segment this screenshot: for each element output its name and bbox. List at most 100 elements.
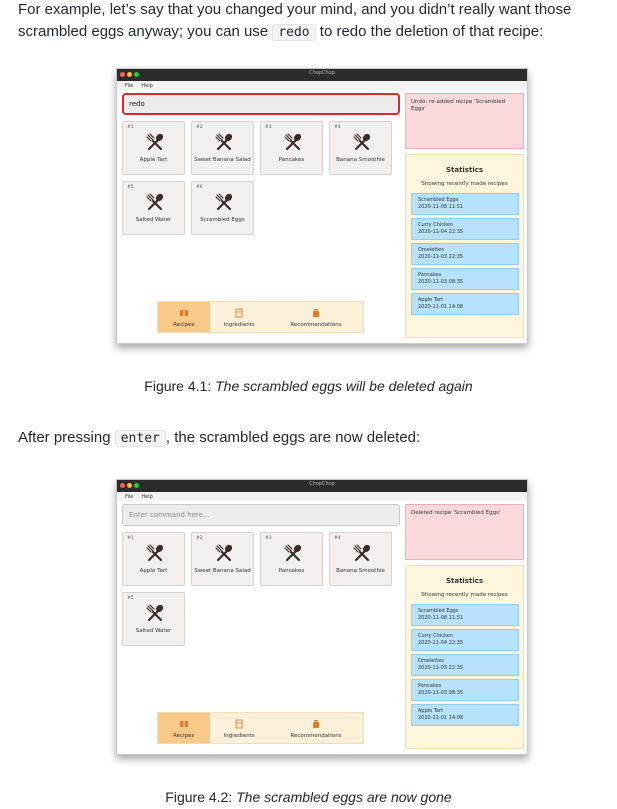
recent-recipe-name: Apple Tart [418, 708, 444, 714]
recent-recipe-time: 2020-11-01 14:08 [418, 304, 464, 310]
recent-recipe-time: 2020-11-03 08:35 [418, 690, 464, 696]
fork-spoon-icon [352, 132, 372, 152]
statistics-subtitle: Showing recently made recipes [421, 181, 508, 187]
title-bar: ChopChop [117, 480, 527, 492]
intro-paragraph: For example, let’s say that you changed … [18, 0, 571, 43]
recent-recipe-name: Curry Chicken [418, 222, 453, 228]
recipe-index: #3 [265, 125, 272, 130]
window-title: ChopChop [309, 70, 335, 76]
recipe-index: #2 [196, 536, 203, 541]
menu-help[interactable]: Help [141, 83, 152, 89]
fork-spoon-icon [145, 603, 165, 623]
menu-help[interactable]: Help [141, 494, 152, 500]
recent-recipe-entry: Omelettes 2020-11-03 22:35 [411, 654, 519, 676]
recipe-name: Pancakes [278, 157, 305, 163]
response-box: Undo: re-added recipe 'Scrambled Eggs' [405, 93, 524, 149]
recipe-name: Apple Tart [139, 568, 168, 574]
redo-code: redo [272, 24, 316, 41]
fork-spoon-icon [352, 543, 372, 563]
para2-post: , the scrambled eggs are now deleted: [165, 429, 421, 446]
recipe-index: #1 [127, 125, 134, 130]
recent-recipe-name: Omelettes [418, 658, 444, 664]
recipe-name: Banana Smoothie [336, 157, 385, 163]
enter-code: enter [114, 430, 166, 447]
recipe-name: Scrambled Eggs [200, 217, 245, 223]
fork-spoon-icon [145, 192, 165, 212]
menu-file[interactable]: File [125, 83, 133, 89]
after-enter-paragraph: After pressing enter, the scrambled eggs… [18, 428, 420, 449]
tab-bar: Recipes Ingredients Recommendations [157, 301, 364, 333]
tab-label: Ingredients [223, 322, 255, 328]
fork-spoon-icon [214, 543, 234, 563]
recent-recipe-time: 2020-11-03 08:35 [418, 279, 464, 285]
recent-recipe-time: 2020-11-01 14:08 [418, 715, 464, 721]
tab-ingredients[interactable]: Ingredients [210, 713, 269, 743]
menu-bar: File Help [117, 81, 527, 90]
fork-spoon-icon [283, 543, 303, 563]
fork-spoon-icon [145, 543, 165, 563]
recent-recipe-name: Apple Tart [418, 297, 444, 303]
recipe-name: Sweet Banana Salad [194, 157, 251, 163]
recent-recipe-entry: Pancakes 2020-11-03 08:35 [411, 679, 519, 701]
tab-recipes[interactable]: Recipes [158, 713, 210, 743]
recipe-index: #4 [334, 536, 341, 541]
tab-recommendations[interactable]: Recommendations [269, 302, 363, 332]
intro-line-1: For example, let’s say that you changed … [18, 1, 572, 18]
recipe-card[interactable]: #1 Apple Tart [122, 532, 185, 586]
recipe-name: Salted Water [135, 217, 172, 223]
recipe-card[interactable]: #2 Sweet Banana Salad [191, 532, 254, 586]
recipe-index: #2 [196, 125, 203, 130]
recipe-card[interactable]: #5 Salted Water [122, 592, 185, 646]
fork-spoon-icon [214, 132, 234, 152]
statistics-subtitle: Showing recently made recipes [421, 592, 508, 598]
tab-recipes[interactable]: Recipes [158, 302, 210, 332]
recent-recipe-name: Pancakes [418, 683, 442, 689]
recent-recipe-time: 2020-11-03 22:35 [418, 665, 464, 671]
recent-recipe-name: Pancakes [418, 272, 442, 278]
response-box: Deleted recipe 'Scrambled Eggs' [405, 504, 524, 560]
recent-recipe-name: Scrambled Eggs [418, 197, 459, 203]
recent-recipe-entry: Pancakes 2020-11-03 08:35 [411, 268, 519, 290]
recipe-card[interactable]: #3 Pancakes [260, 532, 323, 586]
recipe-card[interactable]: #1 Apple Tart [122, 121, 185, 175]
fridge-icon [234, 308, 244, 318]
recipe-card[interactable]: #5 Salted Water [122, 181, 185, 235]
recipe-card[interactable]: #6 Scrambled Eggs [191, 181, 254, 235]
recipe-card[interactable]: #4 Banana Smoothie [329, 121, 392, 175]
recent-recipe-time: 2020-11-04 22:35 [418, 229, 464, 235]
tab-ingredients[interactable]: Ingredients [210, 302, 269, 332]
statistics-panel: Statistics Showing recently made recipes S… [405, 565, 524, 749]
intro-line-2: scrambled eggs anyway; you can use redo … [18, 22, 571, 43]
tab-recommendations[interactable]: Recommendations [269, 713, 363, 743]
tab-label: Ingredients [223, 733, 255, 739]
recipe-name: Pancakes [278, 568, 305, 574]
recent-recipe-entry: Apple Tart 2020-11-01 14:08 [411, 704, 519, 726]
tab-bar: Recipes Ingredients Recommendations [157, 712, 364, 744]
recent-recipe-entry: Omelettes 2020-11-03 22:35 [411, 243, 519, 265]
para2-pre: After pressing [18, 429, 111, 446]
recipe-name: Apple Tart [139, 157, 168, 163]
recipe-name: Salted Water [135, 628, 172, 634]
chopchop-window-2: ChopChop File Help Enter command here... #1 A… [116, 479, 528, 755]
recipe-card[interactable]: #4 Banana Smoothie [329, 532, 392, 586]
fork-spoon-icon [145, 132, 165, 152]
recent-recipe-entry: Scrambled Eggs 2020-11-08 11:51 [411, 193, 519, 215]
chopchop-window-1: ChopChop File Help redo #1 Apple Tart #2 Sweet … [116, 68, 528, 344]
menu-file[interactable]: File [125, 494, 133, 500]
book-icon [179, 308, 189, 318]
recent-recipe-entry: Curry Chicken 2020-11-04 22:35 [411, 218, 519, 240]
recent-recipe-name: Curry Chicken [418, 633, 453, 639]
recent-recipe-entry: Apple Tart 2020-11-01 14:08 [411, 293, 519, 315]
recipe-index: #4 [334, 125, 341, 130]
command-input[interactable]: redo [122, 93, 400, 115]
tab-label: Recommendations [290, 322, 342, 328]
recipe-card[interactable]: #3 Pancakes [260, 121, 323, 175]
recent-recipe-time: 2020-11-03 22:35 [418, 254, 464, 260]
recent-recipe-name: Scrambled Eggs [418, 608, 459, 614]
recipe-card[interactable]: #2 Sweet Banana Salad [191, 121, 254, 175]
jar-icon [311, 308, 321, 318]
recipe-index: #6 [196, 185, 203, 190]
command-input[interactable]: Enter command here... [122, 504, 400, 526]
statistics-title: Statistics [445, 166, 484, 174]
recent-recipe-name: Omelettes [418, 247, 444, 253]
